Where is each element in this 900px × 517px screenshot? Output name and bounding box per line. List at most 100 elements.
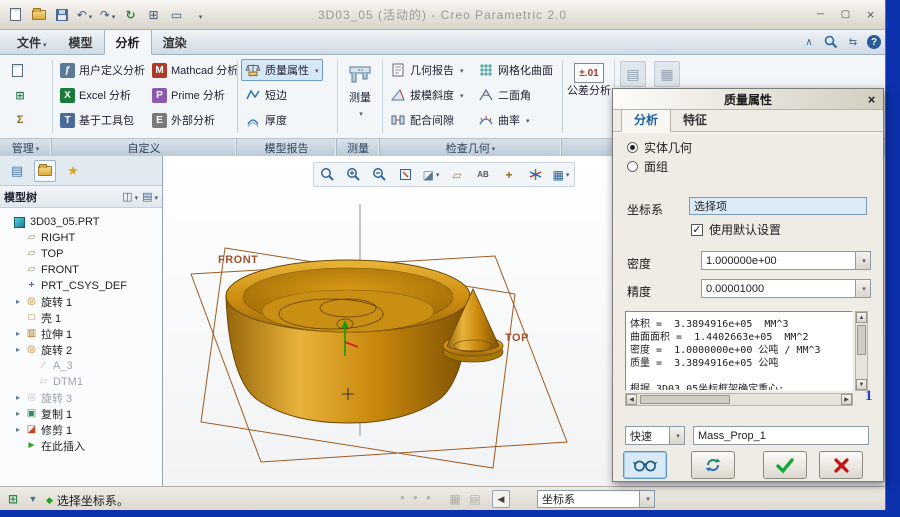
zoom-out-button[interactable] (367, 164, 391, 185)
zoom-window-button[interactable] (315, 164, 339, 185)
maximize-button[interactable]: ▢ (837, 6, 854, 23)
user-defined-analysis-button[interactable]: ƒ用户定义分析 (56, 59, 149, 81)
vscroll-thumb[interactable] (857, 325, 866, 355)
open-file-button[interactable] (29, 5, 48, 24)
selection-filter-combo[interactable]: 坐标系 (537, 490, 655, 508)
redo-button[interactable]: ↷ (98, 5, 117, 24)
datum-display-button[interactable]: ▱ (445, 164, 469, 185)
layer-tree-tab[interactable]: ▤ (6, 160, 28, 182)
dialog-title-bar[interactable]: 质量属性 × (613, 89, 883, 110)
tree-row[interactable]: 复制 1 (0, 406, 162, 422)
zoom-in-button[interactable] (341, 164, 365, 185)
dialog-tab-feature[interactable]: 特征 (671, 108, 719, 131)
process-analysis-button[interactable]: ▤ (620, 61, 646, 87)
prime-analysis-button[interactable]: PPrime 分析 (148, 84, 229, 106)
display-toggle-button-a[interactable]: ▦ (446, 490, 464, 508)
tree-row[interactable]: RIGHT (0, 230, 162, 246)
excel-analysis-button[interactable]: XExcel 分析 (56, 84, 135, 106)
resume-button[interactable]: ◀ (492, 490, 510, 508)
bowl-inner-floor[interactable] (262, 290, 434, 332)
redo-caret-icon[interactable] (110, 8, 116, 22)
expand-icon[interactable] (16, 422, 25, 438)
tree-row[interactable]: 壳 1 (0, 310, 162, 326)
tree-row[interactable]: 拉伸 1 (0, 326, 162, 342)
measure-caret-icon[interactable] (357, 107, 363, 119)
dialog-tab-analysis[interactable]: 分析 (621, 107, 671, 132)
density-combo[interactable]: 1.000000e+00 (701, 251, 871, 270)
saved-analyses-button[interactable] (8, 59, 27, 81)
tree-settings-button[interactable]: ▤ (142, 190, 158, 203)
tree-item-label[interactable]: DTM1 (53, 376, 83, 388)
find-filter-button[interactable]: ▼ (24, 490, 42, 508)
density-caret-icon[interactable] (855, 252, 870, 269)
cancel-button[interactable] (819, 451, 863, 479)
top-datum-label[interactable]: TOP (505, 332, 529, 344)
tree-row[interactable]: 旋转 3 (0, 390, 162, 406)
scroll-up-icon[interactable]: ▲ (856, 312, 867, 323)
minimize-button[interactable]: ─ (812, 6, 829, 23)
display-toggle-button-b[interactable]: ▤ (466, 490, 484, 508)
radio-selected-icon[interactable] (627, 142, 638, 153)
tree-row[interactable]: FRONT (0, 262, 162, 278)
tree-row[interactable]: PRT_CSYS_DEF (0, 278, 162, 294)
measure-button[interactable]: 测量 (340, 58, 380, 134)
mass-properties-button[interactable]: 质量属性 (241, 59, 323, 81)
sensitivity-analysis-button[interactable]: Σ (8, 109, 32, 131)
draft-analysis-button[interactable]: 拔模斜度 (386, 84, 468, 106)
tree-row[interactable]: 旋转 1 (0, 294, 162, 310)
quick-caret-icon[interactable] (669, 427, 684, 444)
tree-item-label[interactable]: 复制 1 (41, 406, 72, 422)
model-tree-tab[interactable] (34, 160, 56, 182)
axis-display-button[interactable]: + (497, 164, 521, 185)
tree-row[interactable]: 旋转 2 (0, 342, 162, 358)
front-datum-label[interactable]: FRONT (218, 254, 258, 266)
regenerate-button[interactable]: ↻ (121, 5, 140, 24)
toolkit-based-button[interactable]: T基于工具包 (56, 109, 138, 131)
select-filter-button[interactable]: ⊞ (4, 490, 22, 508)
switch-windows-button[interactable]: ⇆ (845, 34, 861, 50)
filter-caret-icon[interactable] (639, 491, 654, 507)
radio-quilt[interactable]: 面组 (627, 158, 668, 175)
tree-item-label[interactable]: 旋转 3 (41, 390, 72, 406)
draft-caret-icon[interactable] (458, 89, 464, 101)
tolerance-analysis-button[interactable]: ±.01 公差分析 (566, 58, 612, 134)
repeat-button[interactable] (691, 451, 735, 479)
quick-mode-combo[interactable]: 快速 (625, 426, 685, 445)
favorites-tab[interactable]: ★ (62, 160, 84, 182)
mesh-surface-button[interactable]: 网格化曲面 (474, 59, 557, 81)
help-button[interactable]: ? (867, 35, 881, 49)
ok-button[interactable] (763, 451, 807, 479)
tree-row[interactable]: 3D03_05.PRT (0, 214, 162, 230)
refit-button[interactable] (393, 164, 417, 185)
tab-render[interactable]: 渲染 (152, 30, 198, 54)
group-inspect[interactable]: 检查几何 (380, 139, 562, 156)
checkbox-checked-icon[interactable]: ✓ (691, 224, 703, 236)
model-3d-scene[interactable] (163, 156, 612, 486)
short-edge-button[interactable]: 短边 (241, 84, 291, 106)
expand-icon[interactable] (16, 342, 25, 358)
search-button[interactable] (823, 34, 839, 50)
dihedral-angle-button[interactable]: 二面角 (474, 84, 535, 106)
expand-icon[interactable] (16, 326, 25, 342)
analysis-grid-button[interactable]: ⊞ (8, 84, 32, 106)
mass-properties-caret-icon[interactable] (313, 64, 319, 76)
tree-item-label[interactable]: TOP (41, 248, 63, 260)
display-style-button[interactable]: ◪ (419, 164, 443, 185)
view-manager-button[interactable]: ▦ (549, 164, 573, 185)
tree-item-label[interactable]: FRONT (41, 264, 79, 276)
scroll-right-icon[interactable]: ▶ (841, 394, 852, 405)
analysis-name-field[interactable]: Mass_Prop_1 (693, 426, 869, 445)
tree-item-label[interactable]: 修剪 1 (41, 422, 72, 438)
close-window-button[interactable]: ▭ (167, 5, 186, 24)
scroll-left-icon[interactable]: ◀ (626, 394, 637, 405)
collapse-ribbon-button[interactable]: ∧ (801, 34, 817, 50)
tab-file[interactable]: 文件 (6, 30, 58, 54)
customize-qat-button[interactable] (190, 5, 209, 24)
accuracy-caret-icon[interactable] (855, 280, 870, 297)
simulate-button[interactable]: ▦ (654, 61, 680, 87)
curvature-button[interactable]: 曲率 (474, 109, 534, 131)
preview-button[interactable] (623, 451, 667, 479)
tree-row[interactable]: 修剪 1 (0, 422, 162, 438)
tree-item-label[interactable]: 壳 1 (41, 310, 61, 326)
results-vscrollbar[interactable]: ▲ ▼ (855, 311, 868, 391)
